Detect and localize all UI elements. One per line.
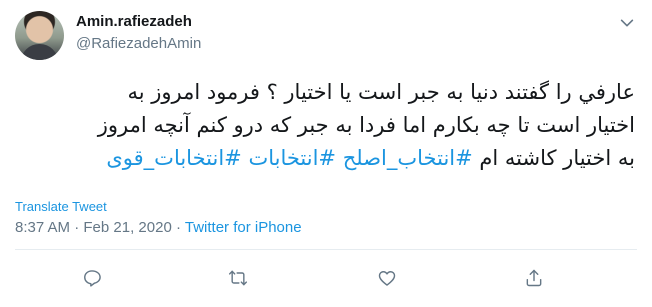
avatar-shoulders: [21, 44, 58, 60]
more-options-button[interactable]: [617, 13, 637, 33]
meta-separator: ·: [171, 219, 185, 236]
share-icon: [526, 269, 542, 287]
translate-tweet-link[interactable]: Translate Tweet: [15, 199, 107, 214]
tweet-source-link[interactable]: Twitter for iPhone: [185, 219, 302, 236]
reply-icon: [84, 270, 101, 287]
reply-button[interactable]: [80, 266, 104, 290]
like-button[interactable]: [375, 266, 399, 290]
tweet-line-3: به اختيار كاشته ام #انتخاب_اصلح #انتخابا…: [15, 142, 635, 175]
chevron-down-icon: [620, 19, 634, 27]
retweet-icon: [228, 270, 248, 286]
meta-separator: ·: [70, 219, 84, 236]
tweet-time[interactable]: 8:37 AM: [15, 219, 70, 236]
hashtag-link[interactable]: #انتخابات: [248, 146, 336, 170]
tweet-line-text: به اختيار كاشته ام: [472, 146, 635, 170]
author-display-name[interactable]: Amin.rafiezadeh: [76, 13, 192, 30]
tweet-meta: 8:37 AM · Feb 21, 2020 · Twitter for iPh…: [15, 219, 302, 236]
tweet-line: عارفي را گفتند دنيا به جبر است يا اختيار…: [127, 80, 635, 104]
tweet-date[interactable]: Feb 21, 2020: [83, 219, 171, 236]
avatar[interactable]: [15, 11, 64, 60]
tweet-line: اختيار است تا چه بكارم اما فردا به جبر ك…: [97, 113, 635, 137]
tweet-text: عارفي را گفتند دنيا به جبر است يا اختيار…: [15, 76, 635, 175]
divider: [15, 249, 637, 250]
tweet-actions: [80, 266, 580, 290]
retweet-button[interactable]: [226, 266, 250, 290]
hashtag-link[interactable]: #انتخاب_اصلح: [343, 146, 473, 170]
author-handle[interactable]: @RafiezadehAmin: [76, 35, 201, 52]
heart-icon: [378, 271, 396, 286]
hashtag-link[interactable]: #انتخابات_قوی: [106, 146, 241, 170]
share-button[interactable]: [522, 266, 546, 290]
